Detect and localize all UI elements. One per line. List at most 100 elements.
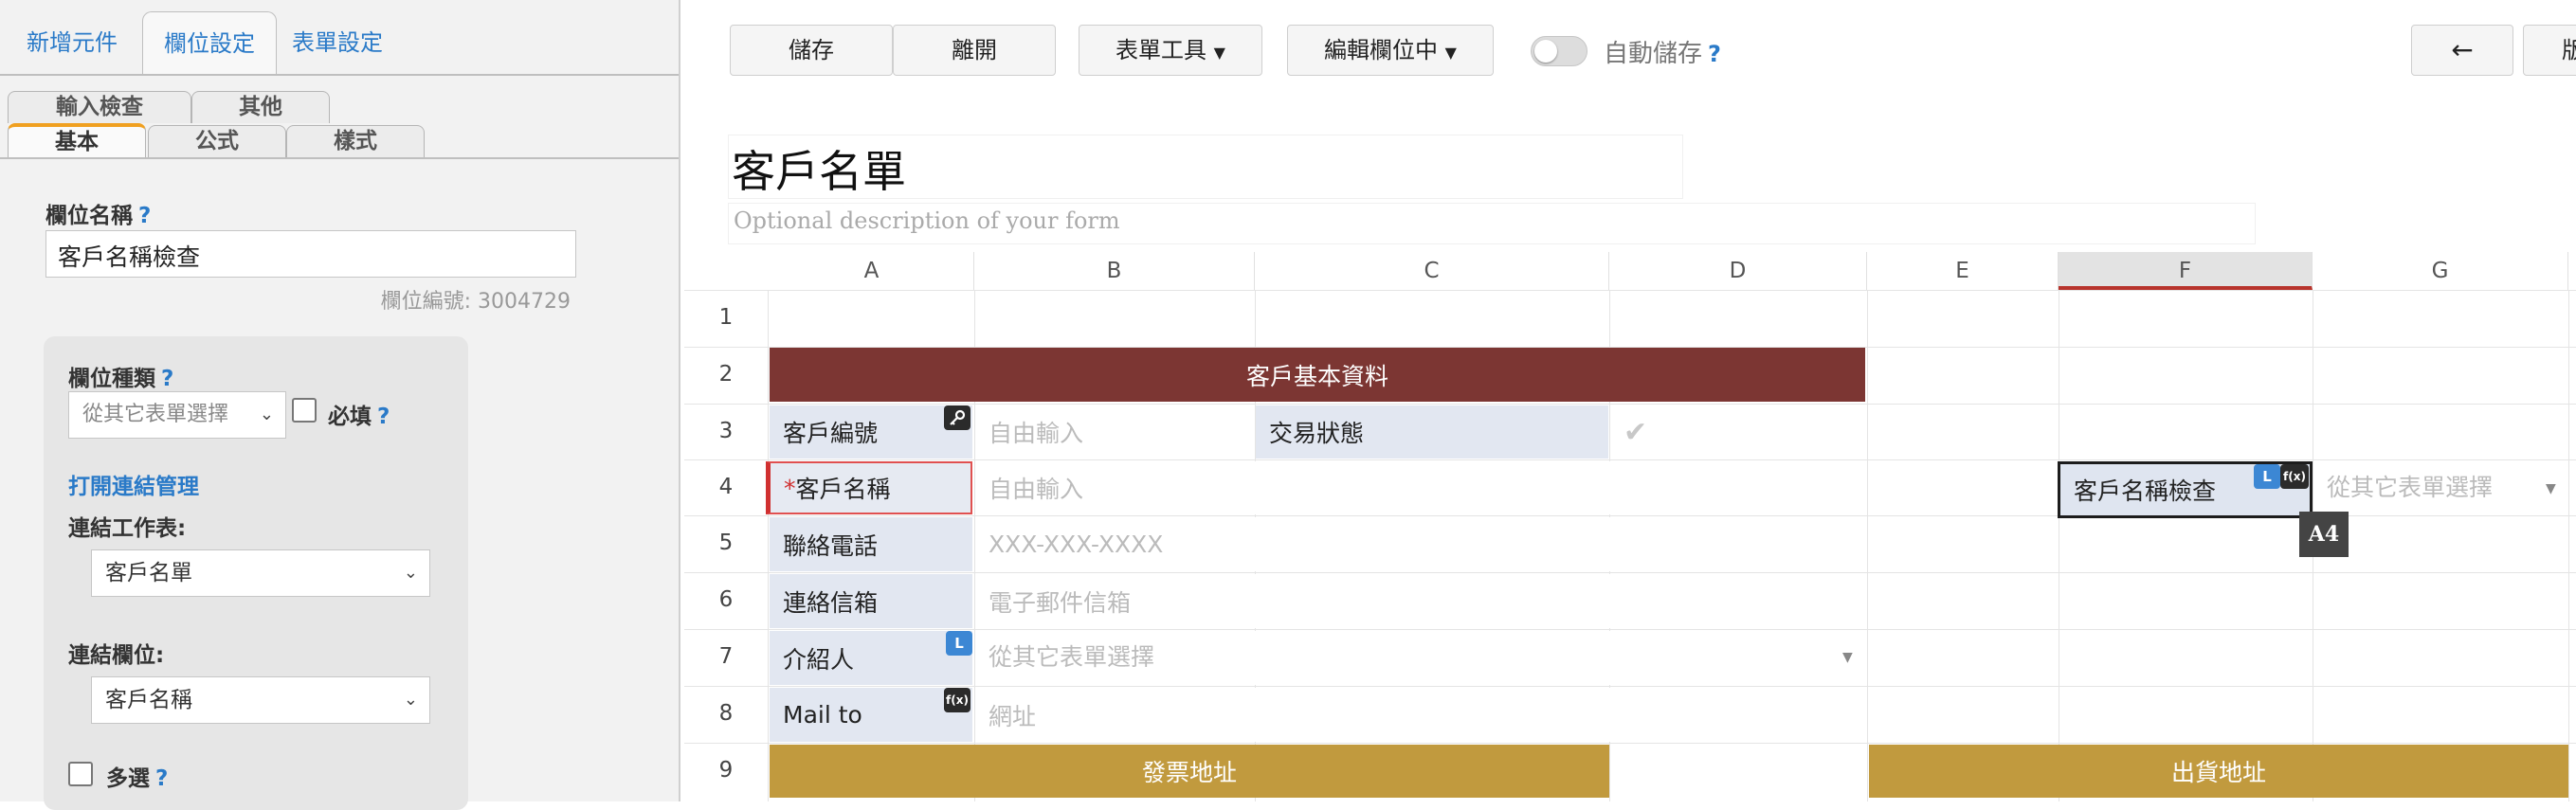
form-tools-label: 表單工具 (1116, 37, 1207, 63)
subtab-formula[interactable]: 公式 (148, 125, 286, 157)
row-header-4[interactable]: 4 (684, 475, 768, 499)
grid-line (768, 290, 769, 801)
grid-line (1867, 290, 1868, 801)
column-header-e[interactable]: E (1867, 252, 2059, 290)
row-header-7[interactable]: 7 (684, 644, 768, 669)
save-button[interactable]: 儲存 (730, 25, 893, 76)
input-phone[interactable]: XXX-XXX-XXXX (975, 517, 1866, 571)
chevron-down-icon: ⌄ (403, 690, 418, 710)
input-email[interactable]: 電子郵件信箱 (975, 574, 1866, 628)
form-description[interactable]: Optional description of your form (734, 207, 1120, 234)
section-invoice-address[interactable]: 發票地址 (770, 745, 1609, 798)
row-header-6[interactable]: 6 (684, 587, 768, 612)
leave-button[interactable]: 離開 (893, 25, 1056, 76)
help-icon[interactable]: ? (138, 204, 151, 228)
label-email[interactable]: 連絡信箱 (770, 574, 972, 628)
label-trade-status[interactable]: 交易狀態 (1256, 405, 1608, 459)
chevron-down-icon: ⌄ (403, 563, 418, 583)
key-icon (944, 405, 971, 430)
trade-status-checkbox[interactable]: ✔ (1610, 405, 1864, 459)
label-referrer[interactable]: 介紹人 (770, 631, 972, 685)
toolbar-cut-button[interactable]: 版 (2523, 25, 2576, 76)
row-header-8[interactable]: 8 (684, 701, 768, 726)
subtab-input-check[interactable]: 輸入檢查 (8, 91, 191, 123)
subtab-basic[interactable]: 基本 (8, 123, 146, 159)
row-header-2[interactable]: 2 (684, 362, 768, 387)
formula-icon: f(x) (2280, 464, 2309, 489)
cell-address-tooltip: A4 (2299, 512, 2349, 557)
help-icon[interactable]: ? (161, 367, 173, 391)
row-header-5[interactable]: 5 (684, 531, 768, 555)
column-header-c[interactable]: C (1255, 252, 1609, 290)
tab-field-settings[interactable]: 欄位設定 (142, 11, 277, 74)
tab-form-settings[interactable]: 表單設定 (271, 11, 404, 74)
subtab-other[interactable]: 其他 (191, 91, 330, 123)
customer-name-text: 客戶名稱 (795, 476, 891, 503)
field-name-label: 欄位名稱? (45, 204, 152, 228)
help-icon[interactable]: ? (155, 766, 168, 791)
column-header-a[interactable]: A (770, 252, 974, 290)
grid-line (684, 743, 2576, 744)
column-header-d[interactable]: D (1609, 252, 1867, 290)
required-asterisk: * (784, 474, 796, 502)
required-checkbox[interactable] (292, 398, 317, 423)
section-customer-header[interactable]: 客戶基本資料 (770, 348, 1865, 402)
caret-down-icon: ▼ (1444, 44, 1457, 62)
section-shipping-address[interactable]: 出貨地址 (1869, 745, 2568, 798)
editing-field-button[interactable]: 編輯欄位中 ▼ (1287, 25, 1494, 76)
field-settings-panel: 新增元件 欄位設定 表單設定 輸入檢查 其他 基本 公式 樣式 欄位名稱? 客戶… (0, 0, 680, 810)
help-icon[interactable]: ? (377, 405, 390, 429)
column-header-b[interactable]: B (974, 252, 1255, 290)
editing-field-label: 編輯欄位中 (1324, 37, 1439, 63)
form-tools-button[interactable]: 表單工具 ▼ (1079, 25, 1262, 76)
link-sheet-select[interactable]: 客戶名單 ⌄ (91, 549, 430, 597)
row-header-1[interactable]: 1 (684, 305, 768, 330)
subtab-style[interactable]: 樣式 (286, 125, 425, 157)
label-mail-to[interactable]: Mail to (770, 688, 972, 742)
link-field-select[interactable]: 客戶名稱 ⌄ (91, 676, 430, 724)
tab-add-component[interactable]: 新增元件 (6, 11, 138, 74)
multi-select-checkbox[interactable] (68, 762, 93, 786)
link-icon: L (2254, 464, 2280, 489)
tab-divider (0, 74, 679, 76)
label-phone[interactable]: 聯絡電話 (770, 517, 972, 571)
back-arrow-button[interactable]: ← (2411, 25, 2513, 76)
grid-line (684, 404, 2576, 405)
link-field-value: 客戶名稱 (105, 688, 192, 712)
required-label: 必填? (328, 405, 390, 429)
grid-line (684, 459, 2576, 460)
field-name-input[interactable]: 客戶名稱檢查 (45, 230, 576, 278)
open-link-management-link[interactable]: 打開連結管理 (68, 468, 199, 500)
input-customer-no[interactable]: 自由輸入 (975, 405, 1254, 459)
autosave-toggle[interactable] (1531, 36, 1587, 66)
field-number: 欄位編號: 3004729 (380, 290, 571, 314)
autosave-label: 自動儲存? (1604, 40, 1721, 68)
caret-down-icon: ▼ (1213, 44, 1225, 62)
toggle-knob (1534, 40, 1557, 63)
field-type-select[interactable]: 從其它表單選擇 ⌄ (68, 391, 286, 439)
column-header-g[interactable]: G (2313, 252, 2568, 290)
label-customer-name[interactable]: * 客戶名稱 (766, 461, 972, 514)
link-sheet-value: 客戶名單 (105, 561, 192, 585)
chevron-down-icon: ⌄ (259, 405, 274, 424)
select-referrer[interactable]: 從其它表單選擇 (975, 631, 1866, 685)
input-customer-name[interactable]: 自由輸入 (975, 461, 1866, 514)
subtab-divider (0, 157, 679, 159)
input-mail-to[interactable]: 網址 (975, 688, 1866, 742)
column-header-f[interactable]: F (2059, 252, 2313, 290)
grid-line (684, 629, 2576, 630)
link-sheet-label: 連結工作表: (68, 516, 187, 541)
multi-select-label: 多選? (106, 766, 169, 791)
label-customer-no[interactable]: 客戶編號 (770, 405, 972, 459)
help-icon[interactable]: ? (1708, 41, 1721, 67)
dropdown-caret-icon[interactable]: ▼ (1842, 650, 1853, 665)
row-header-3[interactable]: 3 (684, 419, 768, 443)
form-title[interactable]: 客戶名單 (732, 137, 906, 200)
dropdown-caret-icon[interactable]: ▼ (2546, 481, 2556, 496)
row-header-9[interactable]: 9 (684, 758, 768, 783)
grid-line (684, 290, 2576, 291)
link-icon: L (946, 631, 972, 656)
selected-field-select[interactable]: 從其它表單選擇 (2313, 461, 2567, 515)
key-icon-svg (950, 409, 966, 425)
formula-icon: f(x) (944, 688, 971, 712)
